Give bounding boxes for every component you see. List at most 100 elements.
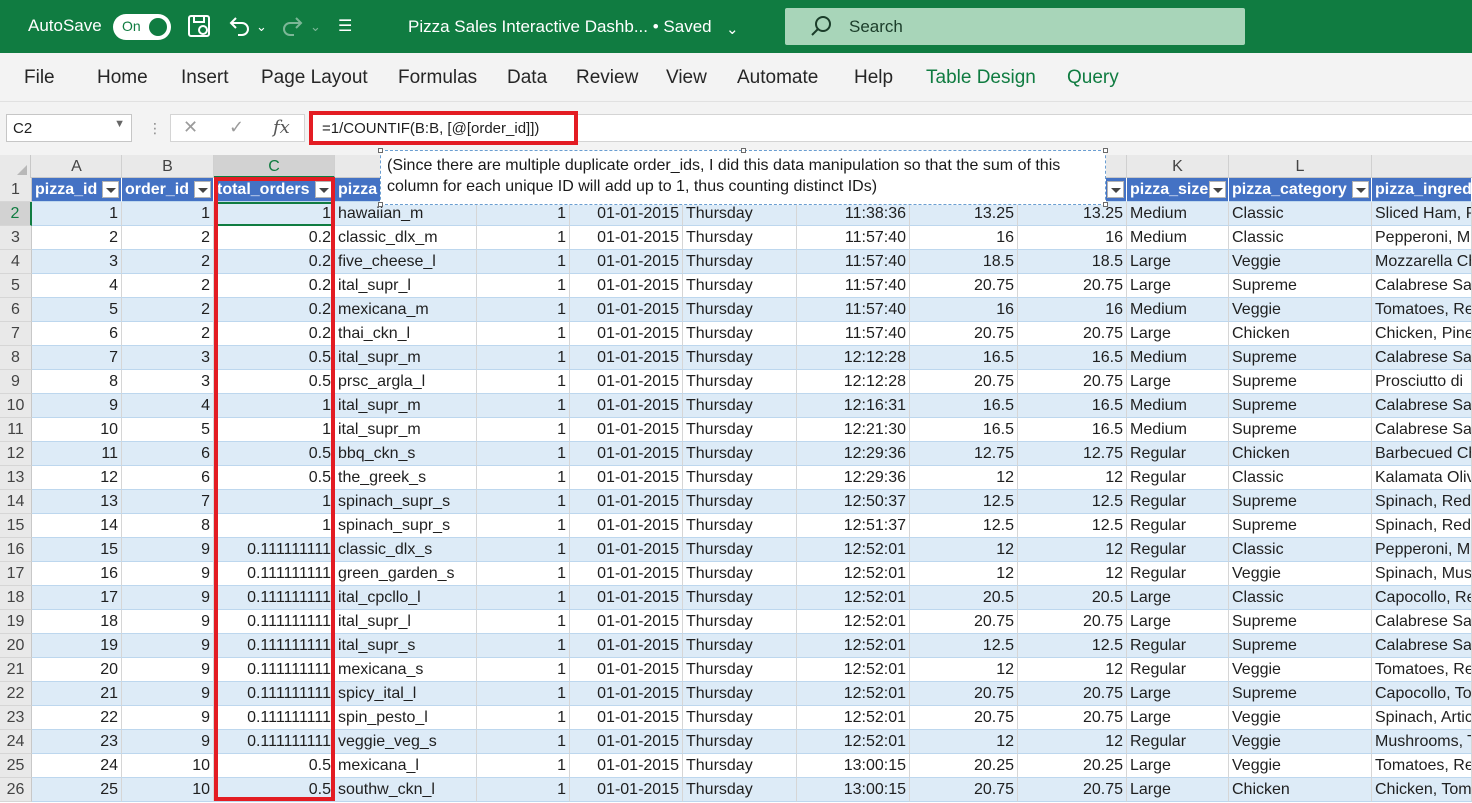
row-number[interactable]: 6 [0,298,32,322]
table-cell[interactable]: Sliced Ham, P [1372,202,1472,226]
table-cell[interactable]: 1 [214,490,335,514]
table-cell[interactable]: 01-01-2015 [570,634,683,658]
row-number[interactable]: 4 [0,250,32,274]
table-cell[interactable]: Barbecued Ch [1372,442,1472,466]
table-cell[interactable]: 01-01-2015 [570,442,683,466]
table-cell[interactable]: 12 [910,658,1018,682]
table-cell[interactable]: 9 [122,634,214,658]
table-cell[interactable]: Classic [1229,202,1372,226]
name-box[interactable]: C2 ▼ [6,114,132,142]
filter-dropdown-icon[interactable] [1107,181,1124,198]
filter-dropdown-icon[interactable] [1352,181,1369,198]
table-cell[interactable]: 01-01-2015 [570,346,683,370]
table-cell[interactable]: 12:29:36 [797,466,910,490]
tab-insert[interactable]: Insert [181,67,229,89]
table-cell[interactable]: Supreme [1229,346,1372,370]
table-cell[interactable]: 0.5 [214,346,335,370]
table-cell[interactable]: Thursday [683,682,797,706]
table-cell[interactable]: 12.75 [1018,442,1127,466]
table-cell[interactable]: 12:29:36 [797,442,910,466]
table-cell[interactable]: 12 [32,466,122,490]
table-cell[interactable]: Thursday [683,610,797,634]
table-cell[interactable]: bbq_ckn_s [335,442,477,466]
formula-bar-grip-icon[interactable]: ⋮ [148,120,162,137]
table-cell[interactable]: 0.2 [214,298,335,322]
table-cell[interactable]: 1 [477,514,570,538]
table-cell[interactable]: 0.111111111 [214,538,335,562]
table-cell[interactable]: 20.5 [1018,586,1127,610]
table-cell[interactable]: 20.75 [910,706,1018,730]
table-cell[interactable]: 1 [477,706,570,730]
resize-handle[interactable] [378,148,383,153]
table-cell[interactable]: 12:52:01 [797,586,910,610]
table-cell[interactable]: Thursday [683,538,797,562]
table-cell[interactable]: 12.75 [910,442,1018,466]
table-cell[interactable]: 16.5 [910,346,1018,370]
table-cell[interactable]: 0.5 [214,778,335,802]
row-number[interactable]: 21 [0,658,32,682]
table-cell[interactable]: 12.5 [910,490,1018,514]
tab-review[interactable]: Review [576,67,638,89]
filter-dropdown-icon[interactable] [1209,181,1226,198]
table-cell[interactable]: 12:16:31 [797,394,910,418]
table-cell[interactable]: 5 [122,418,214,442]
table-cell[interactable]: Thursday [683,514,797,538]
table-cell[interactable]: 0.2 [214,250,335,274]
table-cell[interactable]: 0.5 [214,754,335,778]
table-cell[interactable]: 1 [214,514,335,538]
table-cell[interactable]: 6 [32,322,122,346]
table-cell[interactable]: 01-01-2015 [570,370,683,394]
name-box-dropdown-icon[interactable]: ▼ [114,118,125,130]
row-number[interactable]: 12 [0,442,32,466]
table-cell[interactable]: hawaiian_m [335,202,477,226]
table-cell[interactable]: 0.111111111 [214,682,335,706]
table-cell[interactable]: 01-01-2015 [570,298,683,322]
table-cell[interactable]: 0.5 [214,442,335,466]
filter-dropdown-icon[interactable] [315,181,332,198]
table-cell[interactable]: Prosciutto di [1372,370,1472,394]
table-cell[interactable]: 1 [477,490,570,514]
table-cell[interactable]: 20.75 [1018,682,1127,706]
column-header-cell[interactable]: total_orders [214,178,335,202]
table-cell[interactable]: 2 [122,226,214,250]
table-cell[interactable]: Regular [1127,538,1229,562]
table-cell[interactable]: 01-01-2015 [570,226,683,250]
table-cell[interactable]: Thursday [683,394,797,418]
table-cell[interactable]: 13.25 [910,202,1018,226]
table-cell[interactable]: 10 [122,754,214,778]
column-header-cell[interactable]: pizza_category [1229,178,1372,202]
table-cell[interactable]: Large [1127,706,1229,730]
table-cell[interactable]: 0.111111111 [214,658,335,682]
table-cell[interactable]: 20.75 [1018,706,1127,730]
table-cell[interactable]: 1 [477,538,570,562]
title-chevron-down-icon[interactable]: ⌄ [726,16,739,44]
table-cell[interactable]: 0.111111111 [214,706,335,730]
table-cell[interactable]: 13:00:15 [797,778,910,802]
table-cell[interactable]: Thursday [683,250,797,274]
tab-table-design[interactable]: Table Design [926,67,1036,89]
table-cell[interactable]: 12 [910,466,1018,490]
table-cell[interactable]: 13 [32,490,122,514]
table-cell[interactable]: 1 [477,250,570,274]
table-cell[interactable]: veggie_veg_s [335,730,477,754]
table-cell[interactable]: 2 [122,298,214,322]
table-cell[interactable]: 20.75 [910,778,1018,802]
table-cell[interactable]: 12:52:01 [797,682,910,706]
table-cell[interactable]: Calabrese Sal [1372,610,1472,634]
tab-formulas[interactable]: Formulas [398,67,477,89]
table-cell[interactable]: 9 [122,586,214,610]
table-cell[interactable]: Medium [1127,226,1229,250]
table-cell[interactable]: Spinach, Mus [1372,562,1472,586]
table-cell[interactable]: 01-01-2015 [570,586,683,610]
table-cell[interactable]: 1 [477,466,570,490]
row-number[interactable]: 8 [0,346,32,370]
row-number[interactable]: 10 [0,394,32,418]
table-cell[interactable]: Medium [1127,394,1229,418]
table-cell[interactable]: 9 [122,682,214,706]
table-cell[interactable]: Supreme [1229,370,1372,394]
document-title[interactable]: Pizza Sales Interactive Dashb... • Saved [408,17,712,37]
table-cell[interactable]: 9 [122,562,214,586]
redo-icon[interactable] [280,13,306,41]
table-cell[interactable]: Thursday [683,226,797,250]
table-cell[interactable]: 1 [32,202,122,226]
